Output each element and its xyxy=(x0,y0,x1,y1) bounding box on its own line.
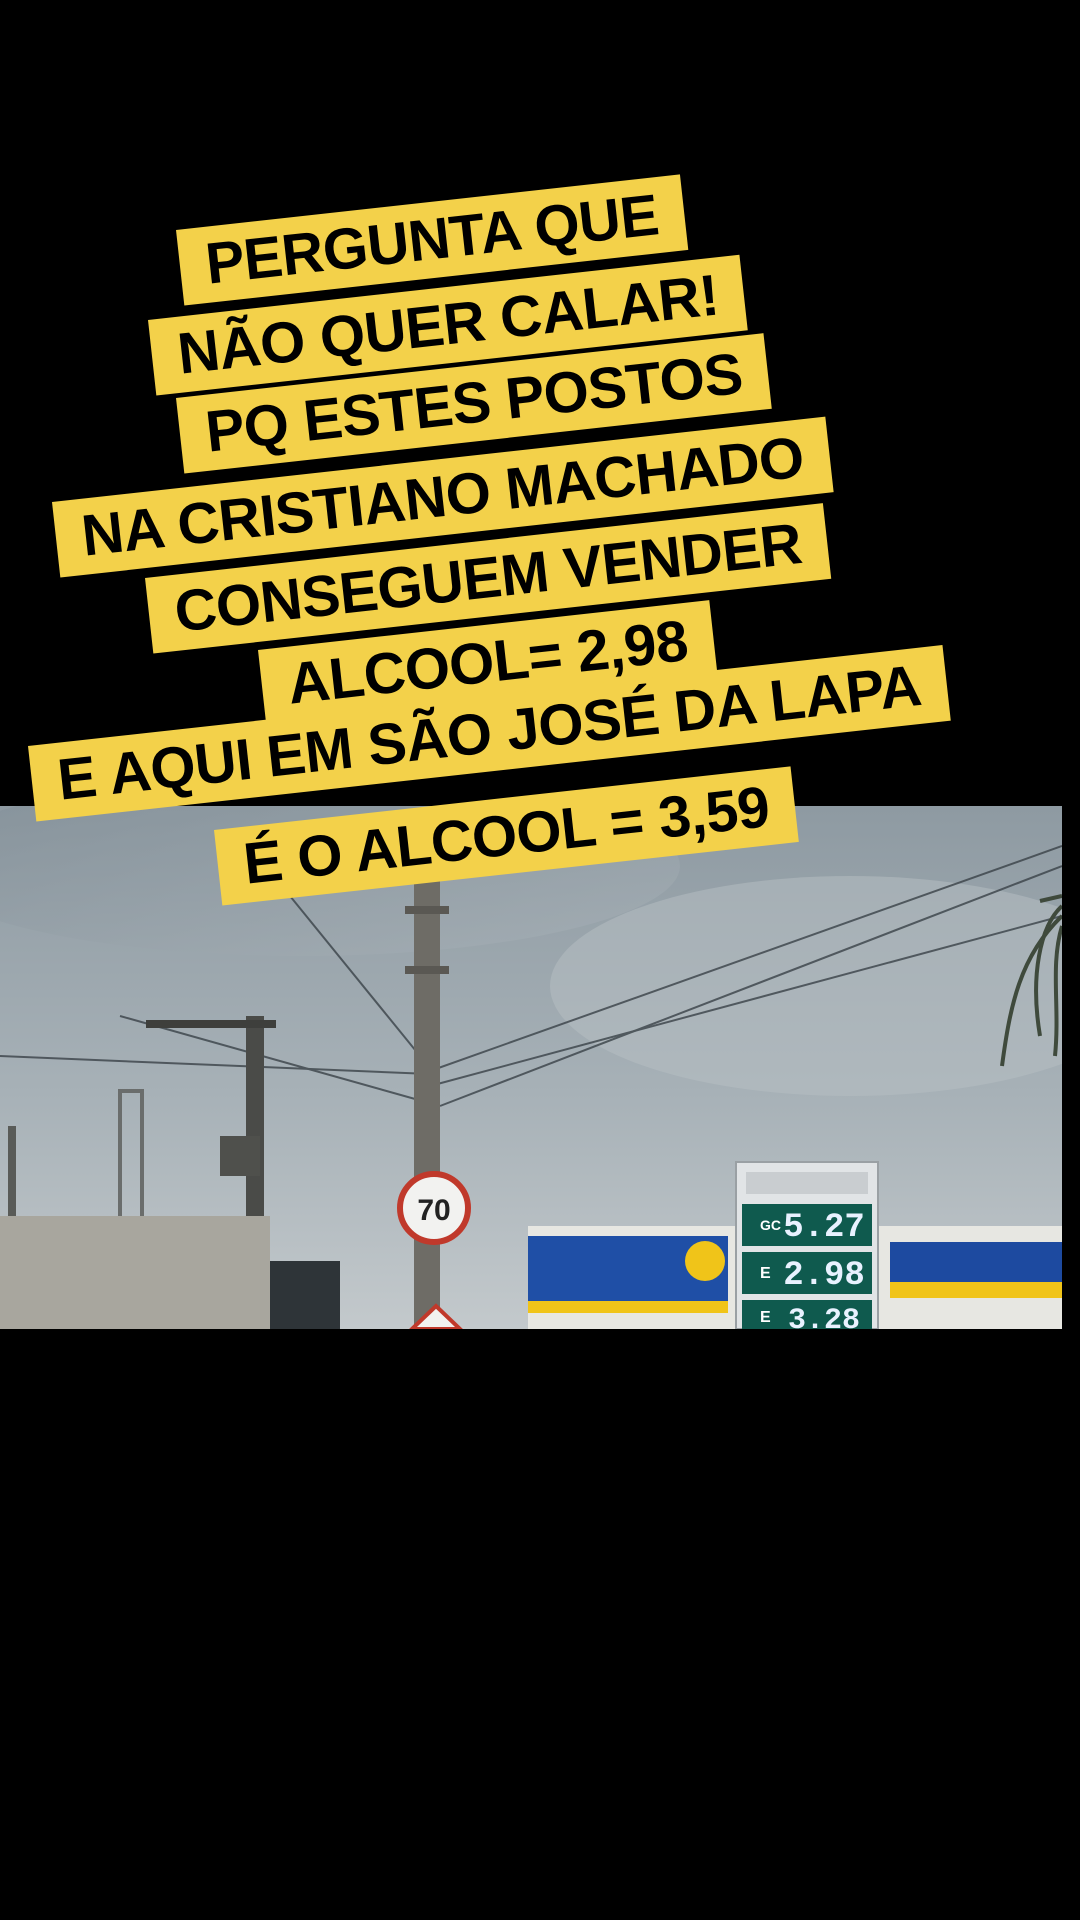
street-photo: 70 GC E E 5.27 2.98 3.28 xyxy=(0,806,1062,1329)
price-other: 3.28 xyxy=(788,1304,860,1329)
fuel-tag-1: GC xyxy=(760,1217,781,1233)
caption-line-3: PQ ESTES POSTOS xyxy=(176,333,773,474)
fuel-tag-3: E xyxy=(760,1309,771,1326)
caption-line-1: PERGUNTA QUE xyxy=(176,174,689,306)
caption-line-7: E AQUI EM SÃO JOSÉ DA LAPA xyxy=(28,645,951,822)
fuel-tag-2: E xyxy=(760,1265,771,1282)
caption-line-2: NÃO QUER CALAR! xyxy=(148,254,749,396)
price-gasoline: 5.27 xyxy=(783,1209,865,1247)
utility-pole xyxy=(414,876,440,1329)
caption-line-5: CONSEGUEM VENDER xyxy=(145,503,832,654)
caption-line-6: ALCOOL= 2,98 xyxy=(258,600,718,726)
price-alcohol: 2.98 xyxy=(783,1257,865,1295)
building xyxy=(0,1216,270,1329)
speed-limit-value: 70 xyxy=(417,1194,450,1227)
caption-line-4: NA CRISTIANO MACHADO xyxy=(52,416,834,578)
